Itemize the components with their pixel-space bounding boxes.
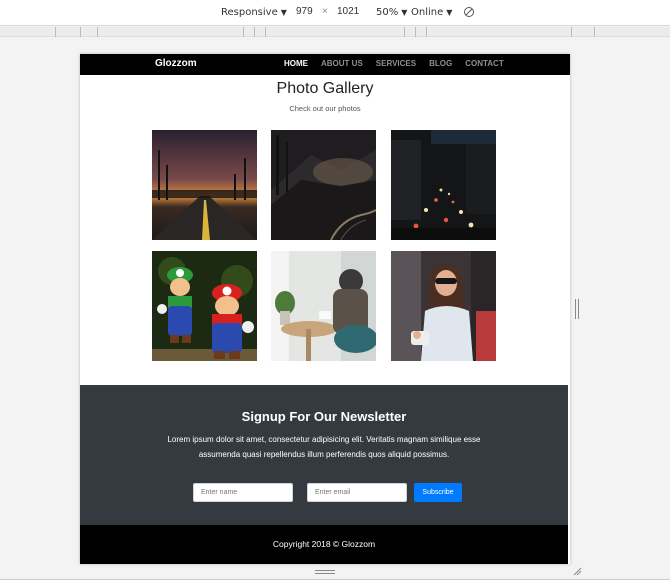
ruler-tick [80, 27, 81, 37]
footer-copyright: Copyright 2018 © Glozzom [272, 539, 376, 549]
email-input[interactable]: Enter email [307, 483, 407, 502]
footer: Copyright 2018 © Glozzom [80, 525, 568, 564]
ruler-tick [415, 27, 416, 37]
gallery-title: Photo Gallery [276, 80, 374, 97]
newsletter-text: Lorem ipsum dolor sit amet, consectetur … [167, 435, 481, 459]
device-viewport: Glozzom HOME ABOUT US SERVICES BLOG CONT… [80, 54, 570, 564]
zoom-select[interactable]: 50% ▼ [376, 7, 407, 18]
ruler-tick [571, 27, 572, 37]
nav-link-home[interactable]: HOME [284, 59, 308, 68]
cafe-interior-photo[interactable] [271, 251, 376, 361]
newsletter-title: Signup For Our Newsletter [241, 409, 407, 424]
devtools-toolbar: Responsive ▼ 979 × 1021 50% ▼ Online ▼ [0, 0, 670, 26]
city-traffic-night-photo[interactable] [391, 130, 496, 240]
network-label: Online [411, 7, 444, 18]
times-separator: × [322, 6, 328, 17]
nav-link-about[interactable]: ABOUT US [321, 59, 363, 68]
zoom-label: 50% [376, 7, 399, 18]
road-sunset-photo[interactable] [152, 130, 257, 240]
nav-link-blog[interactable]: BLOG [429, 59, 452, 68]
ruler-tick [594, 27, 595, 37]
caret-down-icon: ▼ [401, 8, 408, 17]
subscribe-button[interactable]: Subscribe [414, 483, 462, 502]
ruler-tick [243, 27, 244, 37]
navbar: Glozzom HOME ABOUT US SERVICES BLOG CONT… [80, 54, 570, 75]
ruler-tick [404, 27, 405, 37]
network-select[interactable]: Online ▼ [411, 7, 452, 18]
resize-handle-bottom[interactable] [315, 570, 335, 575]
rotate-icon[interactable] [463, 6, 475, 18]
ruler-tick [97, 27, 98, 37]
nav-link-contact[interactable]: CONTACT [465, 59, 504, 68]
woman-sunglasses-photo[interactable] [391, 251, 496, 361]
device-label: Responsive [221, 7, 278, 18]
devtools-bottom-panel [0, 579, 670, 587]
caret-down-icon: ▼ [446, 8, 453, 17]
ruler-tick [254, 27, 255, 37]
mario-luigi-toys-photo[interactable] [152, 251, 257, 361]
resize-corner-icon[interactable] [572, 566, 582, 576]
caret-down-icon: ▼ [280, 8, 287, 17]
navbar-brand[interactable]: Glozzom [155, 58, 197, 69]
media-query-ruler[interactable] [0, 27, 670, 37]
gallery-subtitle: Check out our photos [289, 104, 361, 113]
name-input[interactable]: Enter name [193, 483, 293, 502]
ruler-tick [265, 27, 266, 37]
ruler-tick [426, 27, 427, 37]
newsletter-section: Signup For Our Newsletter Lorem ipsum do… [80, 385, 568, 525]
width-input[interactable]: 979 [296, 6, 313, 17]
height-input[interactable]: 1021 [337, 6, 359, 17]
ruler-tick [55, 27, 56, 37]
device-select[interactable]: Responsive ▼ [221, 7, 287, 18]
resize-handle-right[interactable] [575, 299, 580, 319]
mountain-road-night-photo[interactable] [271, 130, 376, 240]
nav-link-services[interactable]: SERVICES [376, 59, 416, 68]
nav-links: HOME ABOUT US SERVICES BLOG CONTACT [284, 59, 517, 68]
